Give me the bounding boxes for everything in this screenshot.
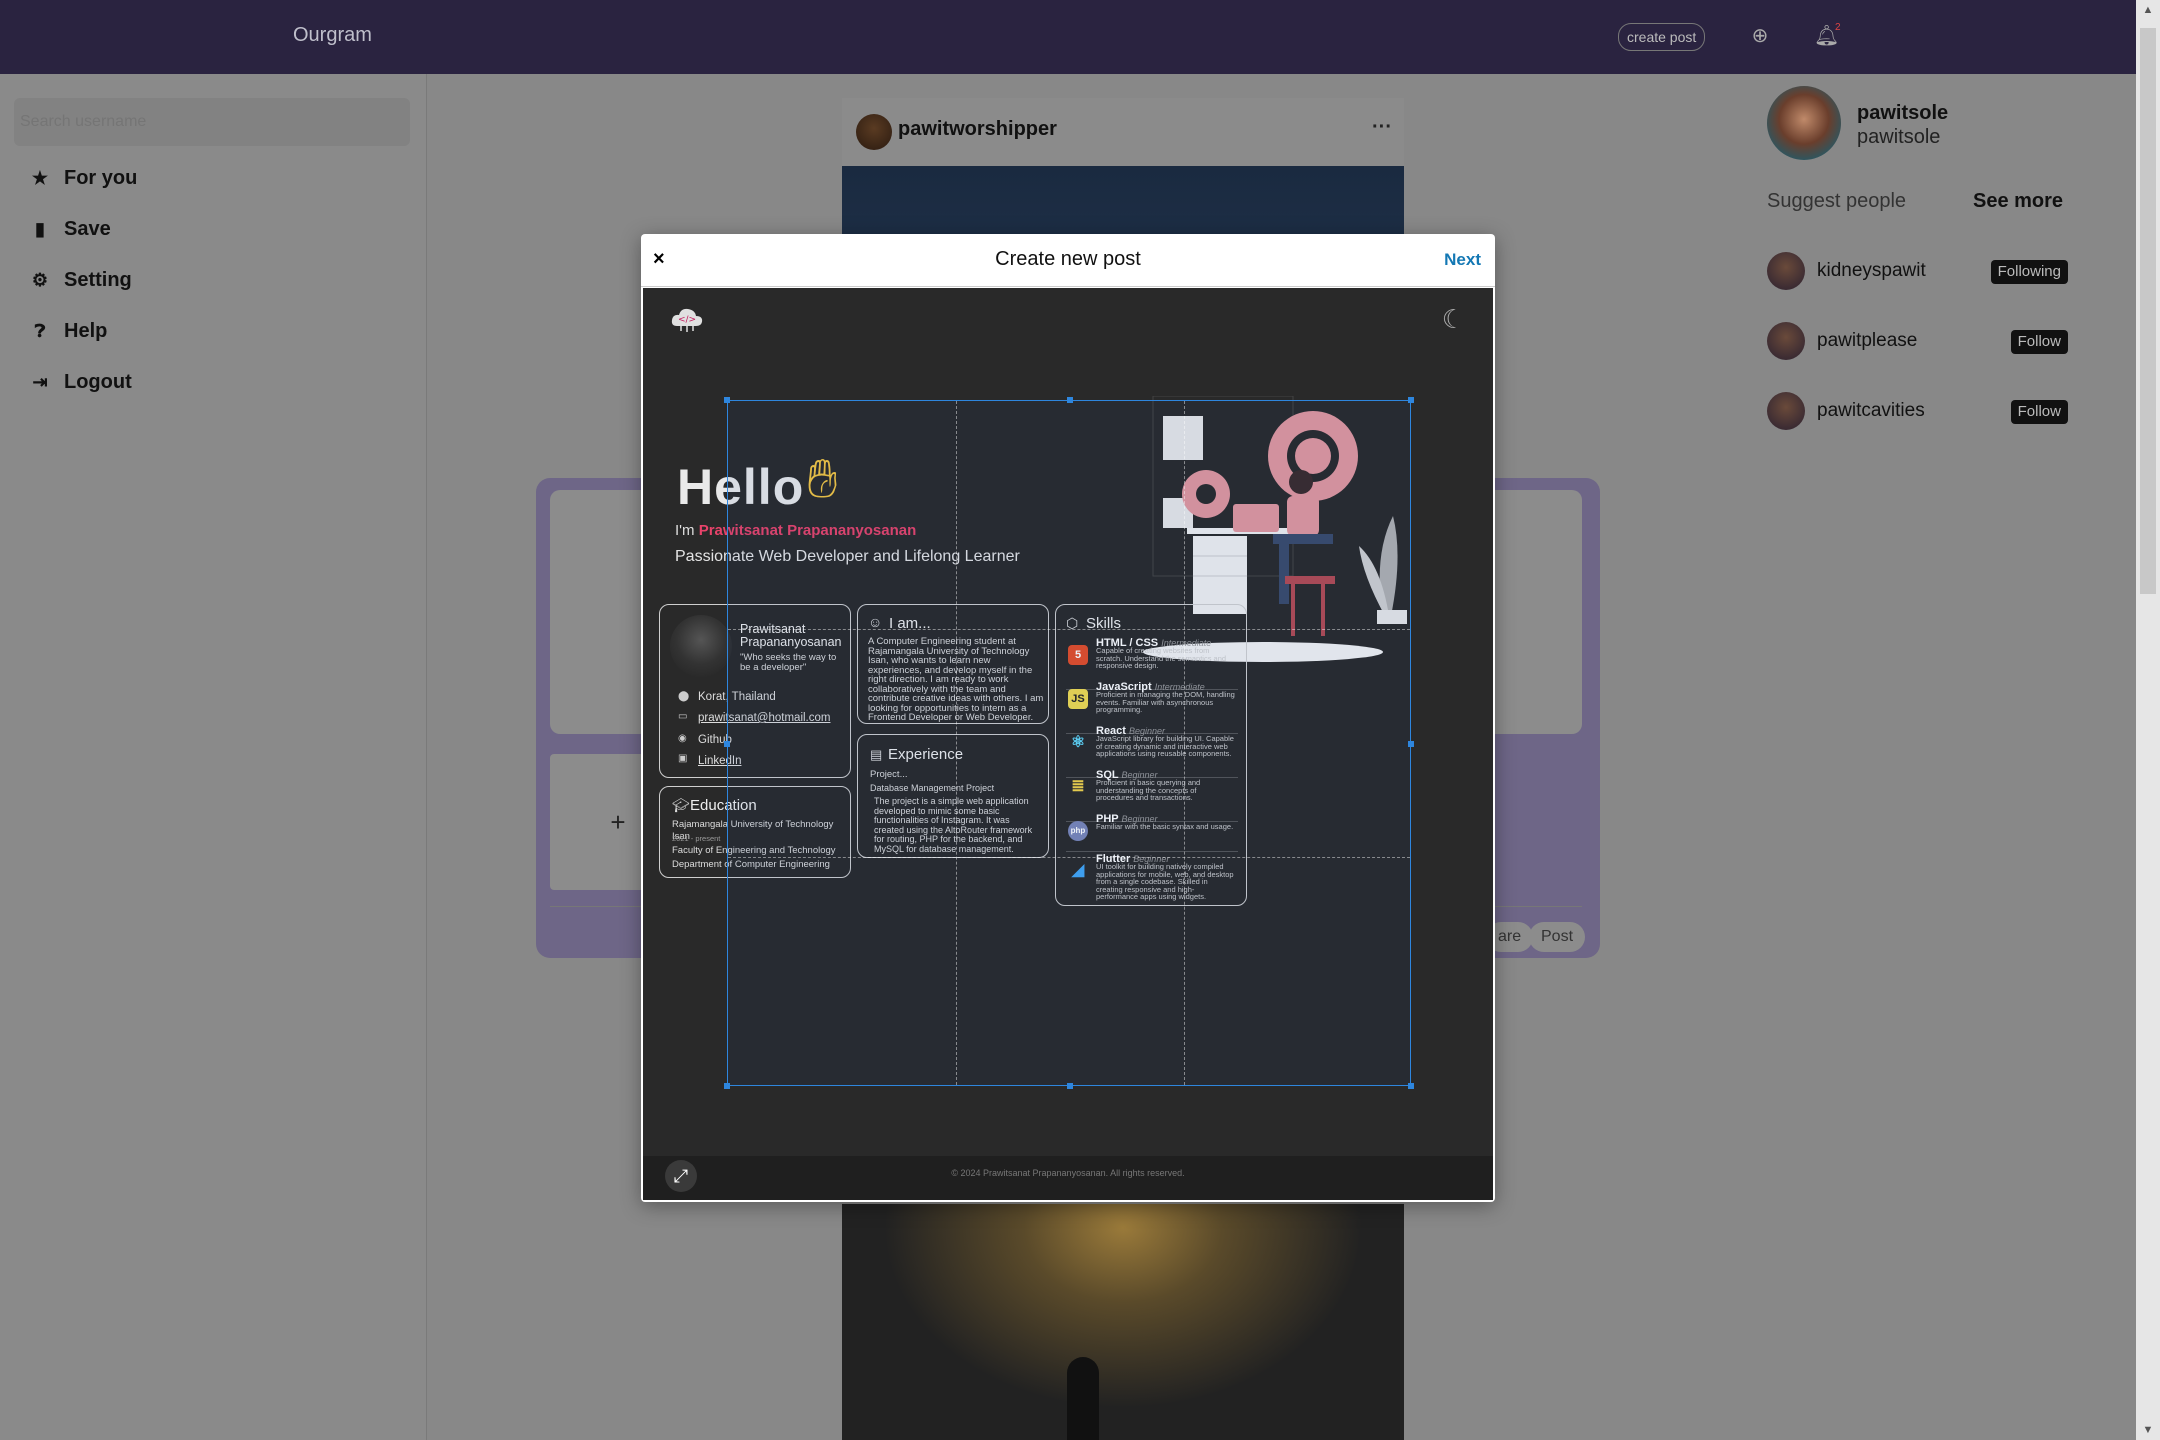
avatar[interactable] <box>1767 86 1841 160</box>
follow-button[interactable]: Follow <box>2010 400 2068 424</box>
moon-icon[interactable]: ☾ <box>1442 304 1465 335</box>
avatar[interactable] <box>1767 252 1805 290</box>
sidebar-item-setting[interactable]: ⚙ Setting <box>30 262 132 298</box>
crop-grid-line <box>1184 401 1185 1085</box>
sidebar-item-logout[interactable]: ⇥ Logout <box>30 364 132 400</box>
notification-badge: 2 <box>1835 22 1841 33</box>
next-button[interactable]: Next <box>1444 250 1481 270</box>
more-options-icon[interactable]: ··· <box>1372 116 1392 139</box>
crop-grid-line <box>728 629 1410 630</box>
profile-handle: pawitsole <box>1857 126 1941 148</box>
search-input[interactable] <box>14 98 410 146</box>
crop-handle[interactable] <box>1408 397 1414 403</box>
github-icon: ◉ <box>678 733 687 744</box>
sidebar: ★ For you ▮ Save ⚙ Setting ❓︎ Help ⇥ Log… <box>0 74 427 1440</box>
crop-handle[interactable] <box>1067 1083 1073 1089</box>
suggestion-name[interactable]: pawitcavities <box>1817 400 1925 422</box>
sidebar-item-label: Save <box>64 217 111 240</box>
bookmark-icon: ▮ <box>35 218 45 239</box>
graduation-cap-icon: 🎓︎ <box>672 797 690 813</box>
avatar[interactable] <box>1767 392 1805 430</box>
suggestion-name[interactable]: pawitplease <box>1817 330 1917 352</box>
gear-icon: ⚙ <box>31 269 49 290</box>
suggestion-name[interactable]: kidneyspawit <box>1817 260 1926 282</box>
avatar[interactable] <box>856 114 892 150</box>
avatar <box>670 615 732 677</box>
suggest-title: Suggest people <box>1767 190 1907 212</box>
brand-logo[interactable]: Ourgram <box>293 24 372 47</box>
add-circle-icon[interactable]: ⊕ <box>1748 24 1772 48</box>
location-icon: ⬤ <box>678 691 690 702</box>
scroll-thumb[interactable] <box>2140 28 2156 594</box>
sidebar-item-label: For you <box>64 166 138 189</box>
expand-icon[interactable]: ⤢ <box>665 1160 697 1192</box>
scroll-down-icon[interactable]: ▼ <box>2136 1420 2160 1440</box>
suggestion-row: pawitplease Follow <box>1767 322 2068 362</box>
create-post-button[interactable]: create post <box>1618 23 1706 51</box>
svg-text:</>: </> <box>678 315 696 325</box>
suggestion-row: kidneyspawit Following <box>1767 252 2068 292</box>
intro-prefix: I'm <box>675 522 699 539</box>
create-post-modal: × Create new post Next </> ☾ Hello ✋︎ I'… <box>641 234 1495 1202</box>
copyright-text: © 2024 Prawitsanat Prapananyosanan. All … <box>951 1168 1185 1178</box>
sidebar-item-label: Logout <box>64 370 132 393</box>
crop-handle[interactable] <box>1408 1083 1414 1089</box>
page-scrollbar[interactable]: ▲ ▼ <box>2136 0 2160 1440</box>
post-image-sunset <box>842 1204 1404 1440</box>
post-header: pawitworshipper ··· <box>842 98 1404 166</box>
post-button[interactable]: Post <box>1529 922 1586 952</box>
image-preview[interactable]: </> ☾ Hello ✋︎ I'm Prawitsanat Prapanany… <box>643 288 1493 1200</box>
question-icon: ❓︎ <box>34 320 46 341</box>
avatar[interactable] <box>1767 322 1805 360</box>
suggestion-row: pawitcavities Follow <box>1767 392 2068 432</box>
education-years: 2021 - present <box>672 834 721 843</box>
crop-handle[interactable] <box>724 1083 730 1089</box>
crop-handle[interactable] <box>1067 397 1073 403</box>
crop-grid-line <box>728 857 1410 858</box>
crop-handle[interactable] <box>724 741 730 747</box>
profile-name[interactable]: pawitsole <box>1857 102 1948 125</box>
see-more-link[interactable]: See more <box>1973 190 2063 213</box>
following-button[interactable]: Following <box>1990 260 2068 284</box>
message-icon: ▭ <box>678 711 688 722</box>
crop-frame[interactable] <box>724 397 1414 1089</box>
modal-title: Create new post <box>995 248 1141 270</box>
sidebar-item-label: Help <box>64 319 108 342</box>
scroll-up-icon[interactable]: ▲ <box>2136 0 2160 20</box>
crop-grid-line <box>956 401 957 1085</box>
top-navbar: Ourgram create post ⊕ 🔔︎ 2 <box>0 0 2136 74</box>
follow-button[interactable]: Follow <box>2010 330 2068 354</box>
sidebar-item-help[interactable]: ❓︎ Help <box>30 313 108 349</box>
sidebar-item-for-you[interactable]: ★ For you <box>30 160 137 196</box>
preview-footer <box>643 1156 1493 1200</box>
linkedin-icon: ▣ <box>678 753 688 764</box>
post-username[interactable]: pawitworshipper <box>898 118 1057 141</box>
cloud-code-icon: </> <box>671 308 703 332</box>
star-icon: ★ <box>31 167 49 188</box>
logout-icon: ⇥ <box>32 371 48 392</box>
modal-header: × Create new post Next <box>641 234 1495 287</box>
crop-handle[interactable] <box>1408 741 1414 747</box>
sidebar-item-label: Setting <box>64 268 132 291</box>
crop-handle[interactable] <box>724 397 730 403</box>
sidebar-item-save[interactable]: ▮ Save <box>30 211 111 247</box>
